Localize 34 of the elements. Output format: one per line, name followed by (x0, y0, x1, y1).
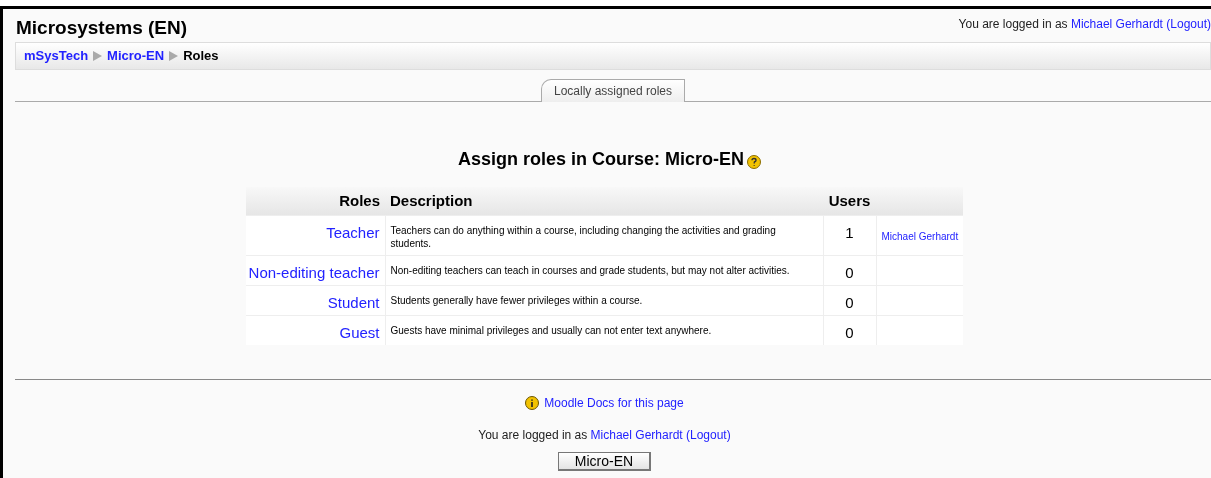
role-link[interactable]: Teacher (326, 223, 380, 241)
breadcrumb-link[interactable]: Micro-EN (107, 46, 165, 66)
column-header: Roles (246, 187, 385, 215)
logout-link[interactable]: (Logout) (1166, 17, 1211, 31)
course-button[interactable]: Micro-EN (557, 451, 652, 471)
user-count: 0 (845, 263, 854, 281)
user-count: 1 (845, 223, 854, 241)
separator-icon (169, 51, 179, 61)
role-description: Teachers can do anything within a course, including changing the activities and grading students. (390, 223, 777, 250)
separator-icon (93, 51, 103, 61)
logout-link[interactable]: (Logout) (686, 427, 731, 442)
user-link[interactable]: Michael Gerhardt (1070, 17, 1163, 31)
breadcrumb-link[interactable]: mSysTech (24, 46, 89, 66)
role-link[interactable]: Non-editing teacher (248, 263, 380, 281)
breadcrumb-current: Roles (183, 47, 219, 66)
column-header: Users (823, 187, 876, 215)
user-link[interactable]: Michael Gerhardt (590, 427, 683, 442)
page-heading: Assign roles in Course: Micro-EN (457, 148, 745, 171)
site-title: Microsystems (EN) (16, 16, 188, 40)
docs-link[interactable]: Moodle Docs for this page (544, 393, 684, 412)
user-count: 0 (845, 293, 854, 311)
role-description: Non-editing teachers can teach in courses and grade students, but may not alter activities. (390, 263, 791, 277)
info-icon (525, 395, 540, 410)
user-link[interactable]: Michael Gerhardt (881, 230, 959, 242)
user-count: 0 (845, 323, 854, 341)
help-icon[interactable] (747, 154, 762, 169)
login-info: You are logged in as Michael Gerhardt (Logout) (478, 426, 731, 444)
role-description: Guests have minimal privileges and usually can not enter text anywhere. (390, 323, 713, 337)
login-info: You are logged in as Michael Gerhardt (Logout) (958, 16, 1211, 33)
role-link[interactable]: Guest (339, 323, 380, 341)
role-link[interactable]: Student (327, 293, 380, 311)
tab[interactable]: Locally assigned roles (540, 79, 686, 102)
column-header: Description (385, 187, 823, 215)
role-description: Students generally have fewer privileges within a course. (390, 293, 644, 307)
